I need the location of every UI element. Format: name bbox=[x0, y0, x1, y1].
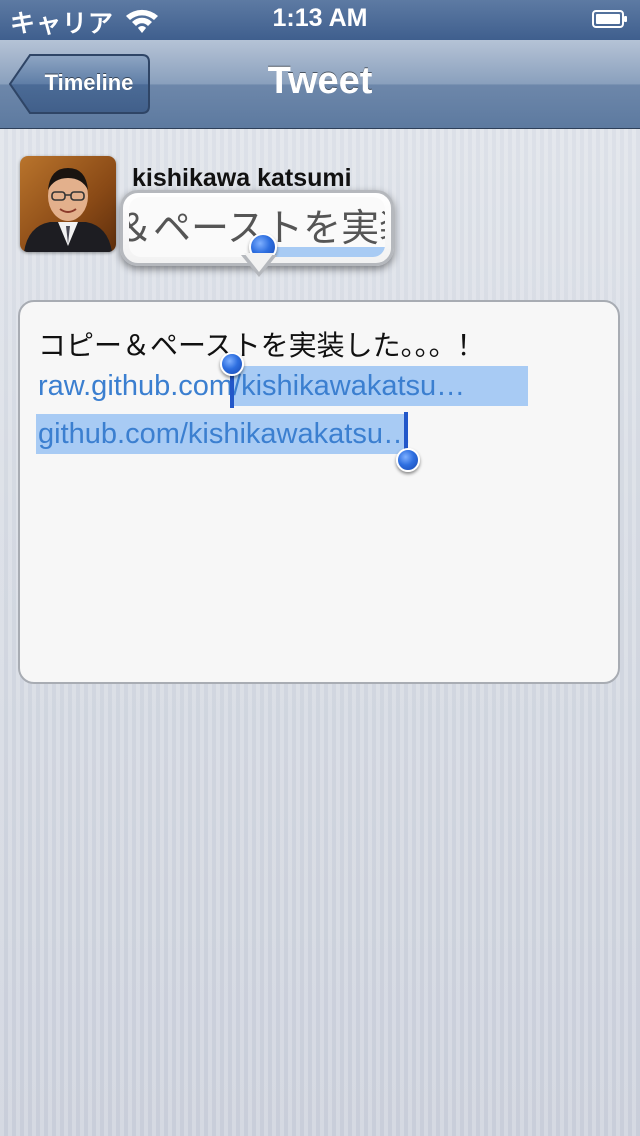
tweet-link-line-2[interactable]: raw.github.com/kishikawakatsu… bbox=[38, 370, 465, 403]
link-text-selected: github.com/kishikawakats bbox=[38, 418, 367, 450]
avatar bbox=[20, 156, 116, 252]
clock-time: 1:13 AM bbox=[272, 4, 368, 32]
navigation-bar: Timeline Tweet bbox=[0, 40, 640, 129]
magnifier-pointer-fill bbox=[244, 253, 274, 272]
tweet-text-area[interactable]: コピー＆ペーストを実装した。。。！ raw.github.com/kishika… bbox=[18, 300, 620, 684]
magnifier-content: ＆ペーストを実装 bbox=[129, 197, 385, 257]
tweet-line-text: コピー＆ペーストを実装した。。。！ bbox=[38, 329, 485, 362]
avatar-photo bbox=[20, 156, 116, 252]
link-text-selected: m/kishikawakatsu… bbox=[208, 370, 466, 402]
status-bar: キャリア 1:13 AM bbox=[0, 0, 640, 40]
selection-start-handle[interactable] bbox=[220, 352, 244, 376]
page-title: Tweet bbox=[267, 60, 373, 102]
username: kishikawa katsumi bbox=[132, 164, 352, 192]
battery-icon bbox=[592, 10, 627, 28]
tweet-link-line-3[interactable]: github.com/kishikawakatsu… bbox=[38, 418, 412, 451]
magnifier-loupe: ＆ペーストを実装 bbox=[120, 190, 394, 277]
link-text-unselected: raw.github.co bbox=[38, 370, 209, 402]
selection-end-handle[interactable] bbox=[396, 448, 420, 472]
back-button[interactable]: Timeline bbox=[8, 54, 150, 114]
back-button-label: Timeline bbox=[44, 70, 134, 95]
